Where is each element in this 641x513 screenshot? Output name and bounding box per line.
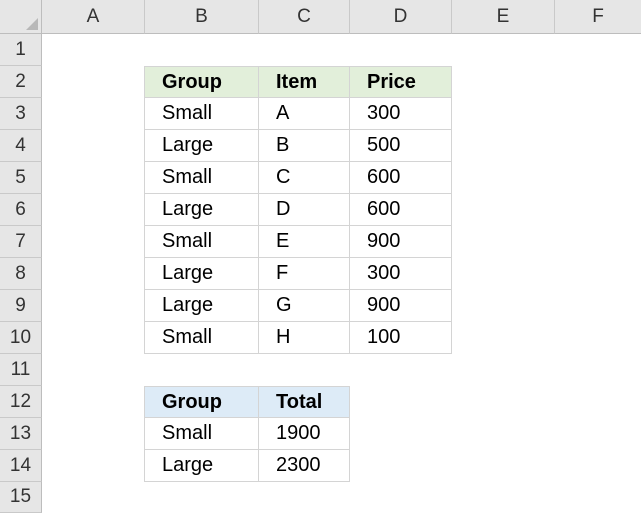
- column-header-b[interactable]: B: [145, 0, 259, 34]
- table1-cell[interactable]: 600: [350, 194, 452, 226]
- table1-cell[interactable]: Large: [145, 194, 259, 226]
- table1-cell[interactable]: Large: [145, 130, 259, 162]
- row-header-1[interactable]: 1: [0, 34, 42, 66]
- table2-cell[interactable]: Large: [145, 450, 259, 482]
- column-header-e[interactable]: E: [452, 0, 555, 34]
- column-header-d[interactable]: D: [350, 0, 452, 34]
- table1-cell[interactable]: 300: [350, 258, 452, 290]
- table1-cell[interactable]: Small: [145, 226, 259, 258]
- table1-cell[interactable]: E: [259, 226, 350, 258]
- row-header-4[interactable]: 4: [0, 130, 42, 162]
- row-header-9[interactable]: 9: [0, 290, 42, 322]
- table1-cell[interactable]: Small: [145, 322, 259, 354]
- column-header-c[interactable]: C: [259, 0, 350, 34]
- table2-cell[interactable]: Small: [145, 418, 259, 450]
- row-header-2[interactable]: 2: [0, 66, 42, 98]
- table1-cell[interactable]: F: [259, 258, 350, 290]
- table1-cell[interactable]: 900: [350, 290, 452, 322]
- table1-cell[interactable]: 300: [350, 98, 452, 130]
- table1-cell[interactable]: B: [259, 130, 350, 162]
- row-header-15[interactable]: 15: [0, 482, 42, 513]
- row-header-5[interactable]: 5: [0, 162, 42, 194]
- table2-header-total[interactable]: Total: [259, 387, 350, 418]
- spreadsheet: A B C D E F 1 2 3 4 5 6 7 8 9 10 11 12 1…: [0, 0, 641, 513]
- row-header-13[interactable]: 13: [0, 418, 42, 450]
- table1-cell[interactable]: C: [259, 162, 350, 194]
- table1-header-price[interactable]: Price: [350, 67, 452, 98]
- table2-header-group[interactable]: Group: [145, 387, 259, 418]
- row-header-3[interactable]: 3: [0, 98, 42, 130]
- table1-cell[interactable]: Large: [145, 290, 259, 322]
- row-header-11[interactable]: 11: [0, 354, 42, 386]
- table1-cell[interactable]: A: [259, 98, 350, 130]
- table1-cell[interactable]: G: [259, 290, 350, 322]
- column-header-a[interactable]: A: [42, 0, 145, 34]
- row-header-14[interactable]: 14: [0, 450, 42, 482]
- table1-header-group[interactable]: Group: [145, 67, 259, 98]
- select-all-corner[interactable]: [0, 0, 42, 34]
- table1-cell[interactable]: 900: [350, 226, 452, 258]
- table1-cell[interactable]: 500: [350, 130, 452, 162]
- row-header-12[interactable]: 12: [0, 386, 42, 418]
- row-header-10[interactable]: 10: [0, 322, 42, 354]
- select-all-triangle-icon: [26, 18, 38, 30]
- column-header-f[interactable]: F: [555, 0, 641, 34]
- table1-cell[interactable]: H: [259, 322, 350, 354]
- table1-header-item[interactable]: Item: [259, 67, 350, 98]
- table2-cell[interactable]: 2300: [259, 450, 350, 482]
- table1-cell[interactable]: Small: [145, 162, 259, 194]
- table1-cell[interactable]: 600: [350, 162, 452, 194]
- row-header-6[interactable]: 6: [0, 194, 42, 226]
- table1-cell[interactable]: Small: [145, 98, 259, 130]
- table1-cell[interactable]: D: [259, 194, 350, 226]
- row-header-7[interactable]: 7: [0, 226, 42, 258]
- table2-cell[interactable]: 1900: [259, 418, 350, 450]
- row-header-8[interactable]: 8: [0, 258, 42, 290]
- table1-cell[interactable]: Large: [145, 258, 259, 290]
- table1-cell[interactable]: 100: [350, 322, 452, 354]
